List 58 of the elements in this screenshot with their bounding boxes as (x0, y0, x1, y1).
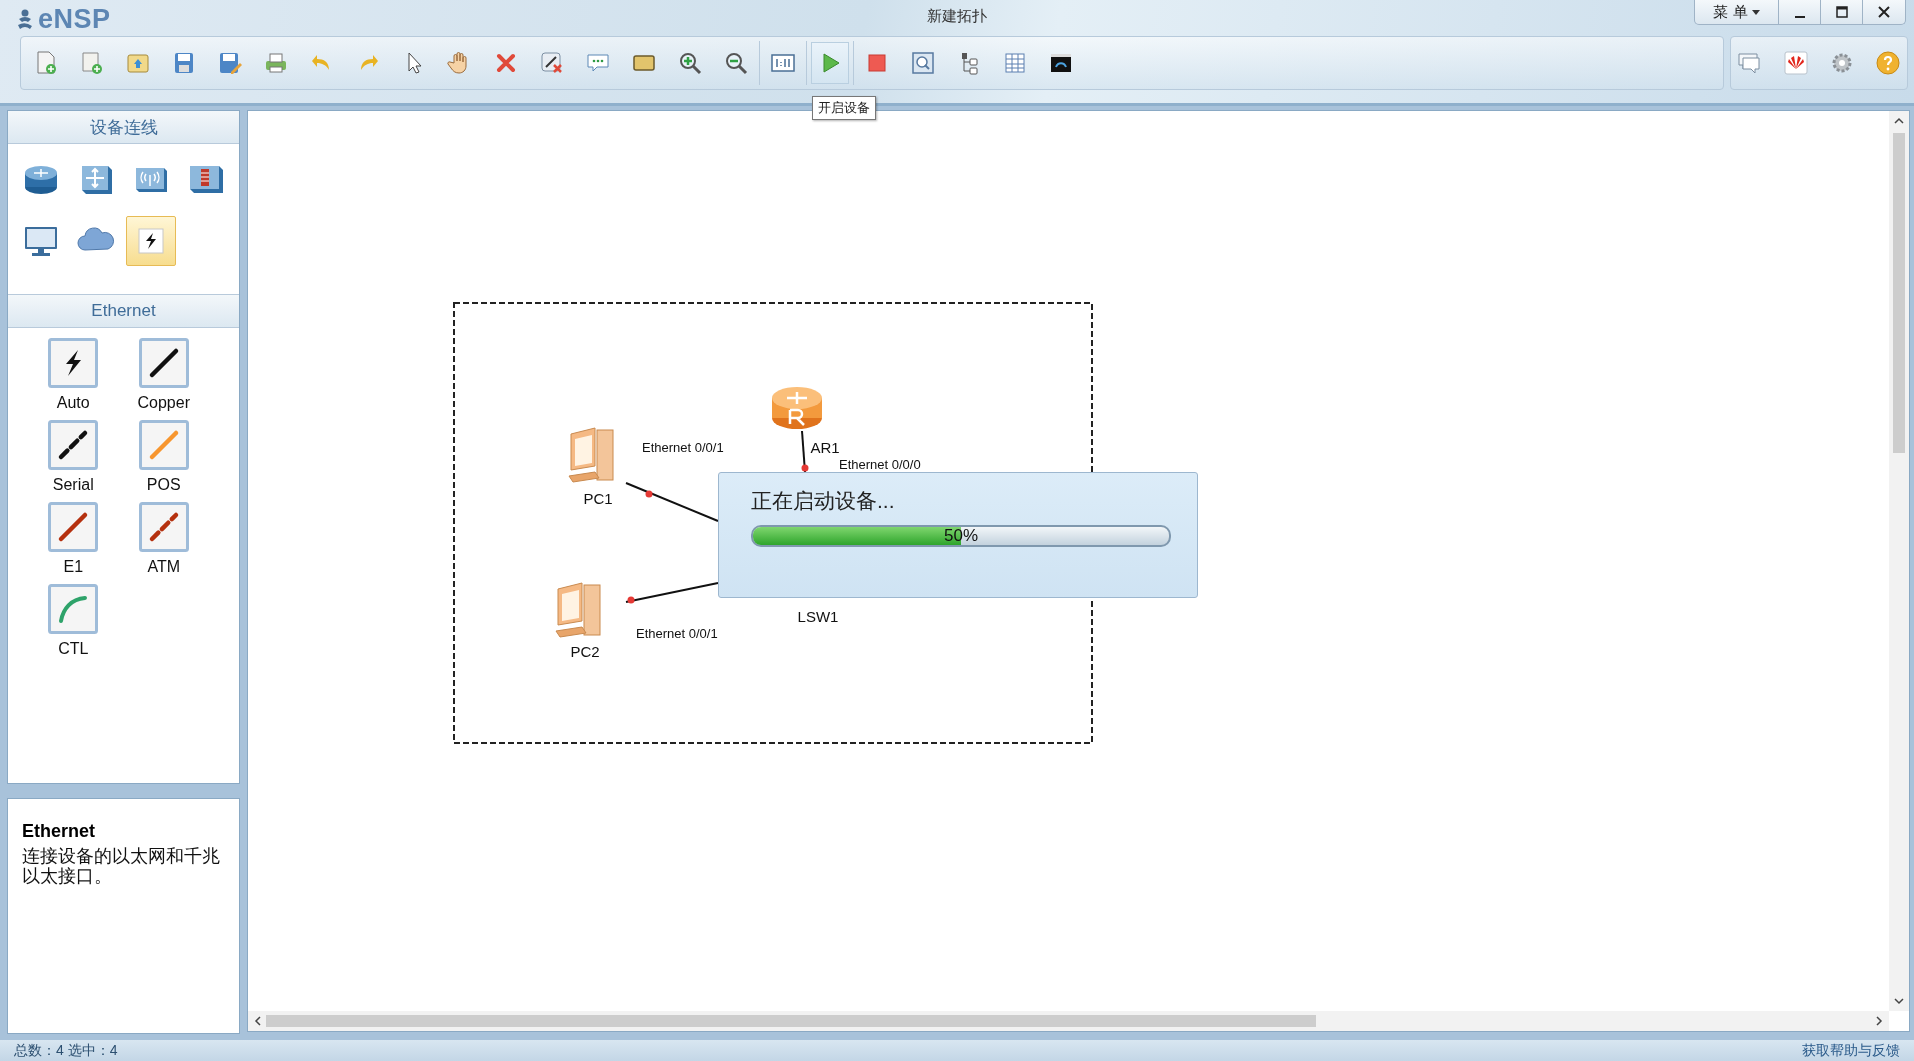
print-icon[interactable] (263, 50, 289, 76)
maximize-icon (1835, 6, 1848, 18)
port-label: Ethernet 0/0/0 (839, 457, 921, 472)
close-icon (1878, 6, 1890, 18)
play-icon[interactable] (811, 42, 849, 84)
panel-header: 设备连线 (8, 111, 239, 144)
status-counts: 总数：4 选中：4 (14, 1041, 118, 1060)
new-page-icon[interactable] (79, 50, 105, 76)
magnifier-window-icon[interactable] (910, 50, 936, 76)
tooltip: 开启设备 (812, 96, 876, 120)
cable-type[interactable]: Serial (28, 420, 119, 494)
flower-logo-icon[interactable] (1783, 50, 1809, 76)
cable-type[interactable]: ATM (118, 502, 209, 576)
grid-icon[interactable] (1002, 50, 1028, 76)
router-icon[interactable] (772, 387, 822, 429)
help-icon[interactable] (1875, 50, 1901, 76)
description-text: 连接设备的以太网和千兆以太接口。 (22, 846, 221, 886)
cable-type[interactable]: Auto (28, 338, 119, 412)
floppy-pencil-icon[interactable] (217, 50, 243, 76)
device-label: PC1 (583, 490, 613, 507)
scrollbar-thumb[interactable] (266, 1015, 1316, 1027)
progress-message: 正在启动设备... (751, 488, 896, 514)
scroll-down-icon[interactable] (1894, 997, 1904, 1005)
cable-type[interactable]: E1 (28, 502, 119, 576)
zoom-out-icon[interactable] (723, 50, 749, 76)
device-label: LSW1 (797, 608, 839, 625)
description-title: Ethernet (22, 821, 96, 842)
cable-type[interactable]: Copper (118, 338, 209, 412)
port-dot (627, 596, 635, 604)
scrollbar-thumb[interactable] (1893, 133, 1905, 453)
link-line (801, 430, 806, 473)
horizontal-scrollbar[interactable] (248, 1011, 1889, 1031)
port-label: Ethernet 0/0/1 (636, 626, 718, 641)
device-label: PC2 (570, 643, 600, 660)
port-dot (645, 490, 653, 498)
help-link[interactable]: 获取帮助与反馈 (1802, 1041, 1900, 1060)
cable-type[interactable]: POS (118, 420, 209, 494)
window-title: 新建拓扑 (927, 7, 987, 26)
lightning-icon (48, 338, 99, 388)
figure-logo-icon (16, 8, 34, 31)
minimize-icon (1794, 16, 1805, 18)
computer-icon[interactable] (555, 582, 601, 638)
chat-icon[interactable] (1737, 50, 1763, 76)
caret-icon (1751, 9, 1760, 15)
port-label: Ethernet 0/0/1 (642, 440, 724, 455)
vertical-scrollbar[interactable] (1889, 111, 1909, 1011)
cable-type[interactable]: CTL (28, 584, 119, 658)
port-dot (801, 464, 809, 472)
panel-header: Ethernet (8, 294, 239, 328)
curve-icon (48, 584, 99, 634)
computer-icon[interactable] (568, 427, 614, 483)
app-name: eNSP (38, 4, 111, 35)
scroll-right-icon[interactable] (1875, 1016, 1883, 1026)
lightning-icon[interactable] (125, 216, 176, 266)
zoom-in-icon[interactable] (677, 50, 703, 76)
device-label: AR1 (810, 439, 840, 456)
scroll-left-icon[interactable] (254, 1016, 262, 1026)
scroll-up-icon[interactable] (1894, 117, 1904, 125)
